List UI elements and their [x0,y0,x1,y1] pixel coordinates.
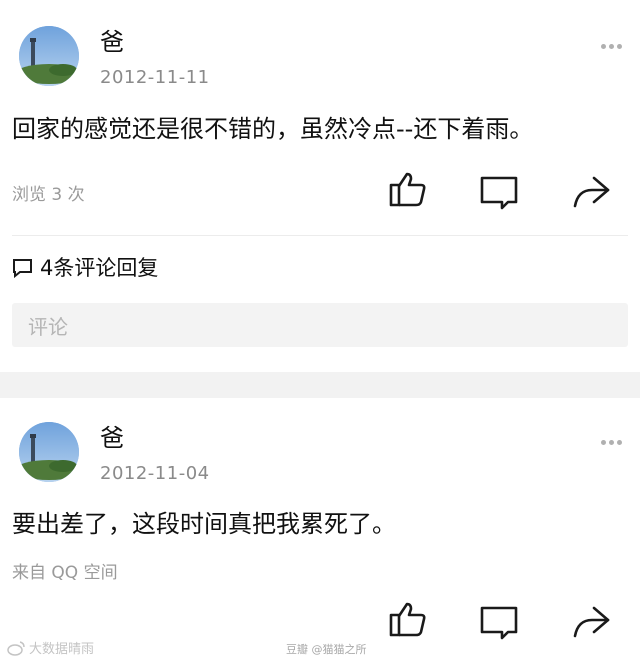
watermark-left-text: 大数据晴雨 [29,642,95,657]
weibo-logo-icon [7,640,25,656]
post-card: 爸 2012-11-11 回家的感觉还是很不错的，虽然冷点--还下着雨。 浏览 … [0,0,640,372]
view-count: 浏览 3 次 [12,185,85,205]
watermark-left: 大数据晴雨 [6,638,94,657]
author-name[interactable]: 爸 [100,418,124,453]
post-content: 回家的感觉还是很不错的，虽然冷点--还下着雨。 [12,115,534,143]
watermark-center: 豆瓣 @猫猫之所 [286,641,367,657]
comment-small-icon [13,259,32,278]
divider [12,235,628,236]
comments-count-label: 4条评论回复 [40,256,159,280]
author-name[interactable]: 爸 [100,22,124,57]
post-content: 要出差了，这段时间真把我累死了。 [12,510,396,538]
more-dots-icon[interactable] [601,34,625,49]
post-date: 2012-11-04 [100,463,210,484]
post-separator [0,372,640,398]
watermark-prefix: 豆瓣 [286,643,308,656]
share-arrow-icon[interactable] [570,172,614,212]
thumbs-up-icon[interactable] [386,600,430,640]
comment-input[interactable]: 评论 [12,303,628,347]
comments-toggle[interactable]: 4条评论回复 [12,252,158,282]
avatar[interactable] [19,422,79,482]
comment-placeholder: 评论 [28,314,68,339]
more-dots-icon[interactable] [601,430,625,445]
comment-bubble-icon[interactable] [478,602,522,642]
post-date: 2012-11-11 [100,67,210,88]
post-card: 爸 2012-11-04 要出差了，这段时间真把我累死了。 来自 QQ 空间 [0,398,640,659]
avatar[interactable] [19,26,79,86]
watermark-handle: @猫猫之所 [311,643,367,656]
thumbs-up-icon[interactable] [386,170,430,210]
share-arrow-icon[interactable] [570,602,614,642]
comment-bubble-icon[interactable] [478,172,522,212]
post-source: 来自 QQ 空间 [12,563,118,583]
